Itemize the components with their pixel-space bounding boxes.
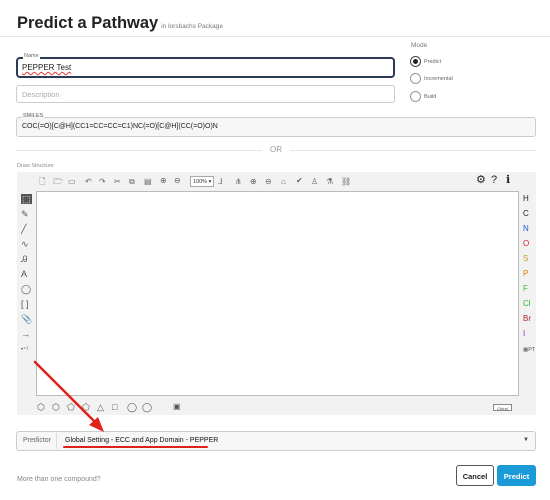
annotation-arrow-line [33, 360, 100, 427]
cancel-button[interactable]: Cancel [456, 465, 494, 486]
annotation-overlay [33, 360, 208, 448]
more-compounds-link[interactable]: More than one compound? [17, 476, 101, 483]
predict-button[interactable]: Predict [497, 465, 536, 486]
